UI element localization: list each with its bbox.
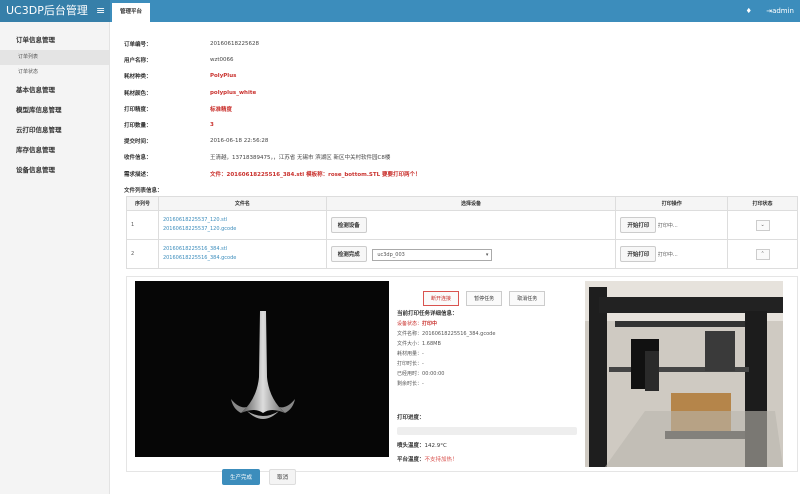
row-status: ⌄ — [727, 210, 798, 240]
order-info: 订单编号： 20160618225628 用户名称： wzt0066 耗材种类： Po… — [124, 36, 794, 198]
file-link[interactable]: 20160618225516_384.gcode — [163, 254, 322, 263]
print-progress-bar — [397, 427, 577, 435]
order-field-color: 耗材颜色： polyplus_white — [124, 89, 257, 97]
footer-actions: 生产完成 取消 — [222, 464, 297, 485]
progress-label: 打印进度： — [397, 415, 425, 421]
print-state: 打印中... — [657, 252, 678, 258]
file-link[interactable]: 20160618225537_120.stl — [163, 216, 322, 225]
row-index: 1 — [126, 210, 159, 240]
file-table: 序列号 文件名 选择设备 打印操作 打印状态 1 20160618225537_… — [126, 196, 798, 269]
detect-done-button[interactable]: 检测完成 — [330, 246, 367, 262]
task-title: 当前打印任务详细信息： — [397, 311, 458, 317]
pause-task-button[interactable]: 暂停任务 — [466, 291, 503, 306]
col-header-index: 序列号 — [126, 196, 159, 211]
start-print-button[interactable]: 开始打印 — [620, 246, 657, 262]
username[interactable]: admin — [772, 7, 794, 15]
sidebar-item-order-status[interactable]: 订单状态 — [0, 65, 109, 80]
file-link[interactable]: 20160618225537_120.gcode — [163, 225, 322, 234]
order-field-material: 耗材种类： PolyPlus — [124, 73, 237, 81]
col-header-filename: 文件名 — [157, 196, 327, 211]
row-files: 20160618225537_120.stl 20160618225537_12… — [157, 210, 327, 240]
sidebar-item-order-list[interactable]: 订单列表 — [0, 50, 109, 65]
start-print-button[interactable]: 开始打印 — [620, 217, 657, 233]
camera-image — [585, 281, 783, 467]
row-print-op: 开始打印 打印中... — [615, 239, 729, 269]
production-complete-button[interactable]: 生产完成 — [222, 469, 261, 485]
cancel-button[interactable]: 取消 — [269, 469, 297, 485]
col-header-device: 选择设备 — [325, 196, 617, 211]
task-actions: 断开连接 暂停任务 取消任务 — [423, 285, 547, 306]
order-field-precision: 打印精度： 标准精度 — [124, 106, 233, 113]
row-index: 2 — [126, 239, 159, 269]
row-device: 检测完成 uc3dp_003 ▾ — [325, 239, 617, 269]
file-link[interactable]: 20160618225516_384.stl — [163, 245, 322, 254]
task-lines: 设备状态：打印中 文件名称：20160618225516_384.gcode 文… — [397, 319, 495, 389]
model-3d-viewer[interactable] — [135, 281, 389, 457]
sidebar-group-model[interactable]: 模型库信息管理 — [0, 100, 109, 120]
sidebar-group-inventory[interactable]: 库存信息管理 — [0, 140, 109, 160]
col-header-print-status: 打印状态 — [727, 196, 798, 211]
device-select[interactable]: uc3dp_003 ▾ — [372, 248, 493, 261]
row-status: ⌃ — [727, 239, 798, 269]
task-line: 耗材用量：- — [397, 351, 424, 357]
print-state: 打印中... — [657, 223, 678, 229]
order-field-quantity: 打印数量： 3 — [124, 122, 214, 130]
sidebar: 订单信息管理 订单列表 订单状态 基本信息管理 模型库信息管理 云打印信息管理 … — [0, 22, 110, 494]
task-line: 设备状态：打印中 — [397, 321, 438, 327]
sidebar-group-device[interactable]: 设备信息管理 — [0, 160, 109, 180]
hamburger-icon[interactable]: ≡ — [96, 0, 108, 22]
print-task-panel: 断开连接 暂停任务 取消任务 当前打印任务详细信息： 设备状态：打印中 文件名称… — [126, 276, 798, 472]
order-field-user: 用户名称： wzt0066 — [124, 57, 234, 65]
user-area: ♦ ⇥admin — [746, 0, 794, 22]
tab-management[interactable]: 管理平台 — [112, 3, 151, 22]
task-line: 剩余时长：- — [397, 381, 424, 387]
task-line: 文件大小：1.68MB — [397, 341, 441, 347]
task-line: 文件名称：20160618225516_384.gcode — [397, 331, 496, 337]
table-row: 1 20160618225537_120.stl 20160618225537_… — [126, 210, 798, 240]
row-print-op: 开始打印 打印中... — [615, 210, 729, 240]
bed-temp: 平台温度：不支持加热！ — [397, 457, 458, 463]
printer-camera-feed — [585, 281, 783, 467]
order-field-number: 订单编号： 20160618225628 — [124, 41, 259, 49]
detect-device-button[interactable]: 检测设备 — [330, 217, 367, 233]
task-line: 打印时长：- — [397, 361, 424, 367]
nozzle-temp: 喷头温度：142.9°C — [397, 443, 447, 449]
task-status: 断开连接 暂停任务 取消任务 当前打印任务详细信息： 设备状态：打印中 文件名称… — [393, 281, 583, 463]
sidebar-group-basic[interactable]: 基本信息管理 — [0, 80, 109, 100]
order-field-address: 收件信息： 王清越，13718389475，，江苏省 无锡市 滨湖区 新区中关村软… — [124, 155, 391, 162]
row-files: 20160618225516_384.stl 20160618225516_38… — [157, 239, 327, 269]
chevron-up-icon[interactable]: ⌃ — [755, 248, 770, 260]
cancel-task-button[interactable]: 取消任务 — [509, 291, 546, 306]
top-navbar: UC3DP后台管理 ≡ 管理平台 ♦ ⇥admin — [0, 0, 800, 22]
chevron-down-icon[interactable]: ⌄ — [755, 219, 770, 231]
order-field-time: 提交时间： 2016-06-18 22:56:28 — [124, 138, 269, 146]
order-field-requirement: 需求描述： 文件：20160618225516_384.stl 模板称：rose_… — [124, 171, 421, 178]
sidebar-group-cloudprint[interactable]: 云打印信息管理 — [0, 120, 109, 140]
chevron-down-icon: ▾ — [485, 251, 489, 258]
row-device: 检测设备 — [325, 210, 617, 240]
table-row: 2 20160618225516_384.stl 20160618225516_… — [126, 239, 798, 269]
bell-icon[interactable]: ♦ — [746, 7, 752, 15]
model-preview-image — [231, 311, 295, 419]
disconnect-button[interactable]: 断开连接 — [423, 291, 460, 306]
col-header-print-op: 打印操作 — [615, 196, 729, 211]
main-content: 订单编号： 20160618225628 用户名称： wzt0066 耗材种类： Po… — [110, 22, 800, 494]
task-line: 已经用时：00:00:00 — [397, 371, 445, 377]
sidebar-group-order[interactable]: 订单信息管理 — [0, 30, 109, 50]
app-title[interactable]: UC3DP后台管理 — [0, 0, 110, 22]
